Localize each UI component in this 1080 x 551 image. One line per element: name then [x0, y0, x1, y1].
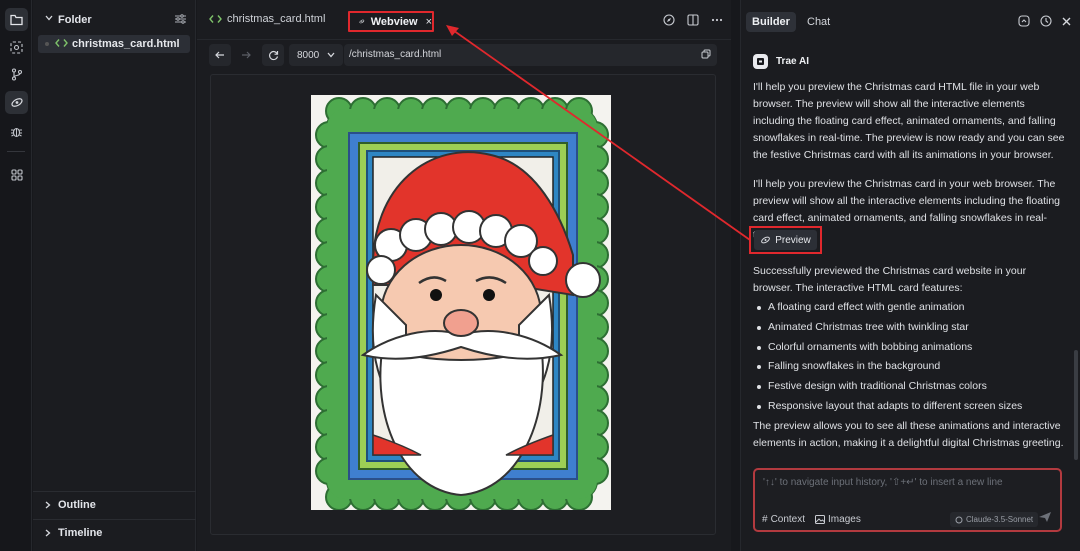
model-icon — [955, 516, 963, 523]
webview-icon — [761, 236, 771, 244]
tab-file-label: christmas_card.html — [227, 13, 326, 25]
assistant-header: Trae AI — [753, 54, 809, 69]
close-icon[interactable] — [1062, 17, 1071, 26]
assistant-name: Trae AI — [776, 56, 809, 67]
file-item-christmas-card[interactable]: christmas_card.html — [38, 35, 190, 53]
context-label: Context — [770, 514, 806, 525]
chevron-right-icon — [45, 529, 51, 537]
model-select[interactable]: Claude-3.5-Sonnet — [950, 512, 1039, 527]
preview-highlight: Preview — [749, 226, 822, 254]
tab-christmas-card-file[interactable]: christmas_card.html — [209, 13, 325, 25]
timeline-title: Timeline — [58, 527, 103, 539]
list-item: A floating card effect with gentle anima… — [755, 298, 1067, 318]
list-item: Animated Christmas tree with twinkling s… — [755, 318, 1067, 338]
list-item: Falling snowflakes in the background — [755, 357, 1067, 377]
image-icon — [815, 515, 826, 524]
search-icon[interactable] — [5, 36, 28, 59]
list-item: Festive design with traditional Christma… — [755, 377, 1067, 397]
assistant-tabs: Builder Chat — [741, 0, 1080, 42]
reload-icon — [268, 50, 278, 60]
tab-chat[interactable]: Chat — [807, 16, 830, 28]
chat-input-placeholder: '↑↓' to navigate input history, '⇧+↵' to… — [763, 477, 1003, 488]
activity-separator — [7, 151, 25, 152]
editor-actions — [663, 14, 723, 26]
back-button[interactable] — [209, 44, 231, 66]
context-button[interactable]: # Context — [762, 514, 805, 525]
santa-card-illustration — [311, 95, 611, 510]
preview-button[interactable]: Preview — [754, 230, 817, 250]
tab-builder[interactable]: Builder — [746, 12, 796, 32]
folder-header[interactable]: Folder — [33, 10, 196, 30]
url-input[interactable]: /christmas_card.html — [344, 44, 717, 66]
webview-icon — [359, 19, 365, 24]
activity-bar — [0, 0, 32, 551]
forward-button[interactable] — [235, 44, 257, 66]
list-item: Colorful ornaments with bobbing animatio… — [755, 338, 1067, 358]
split-editor-icon[interactable] — [687, 14, 699, 26]
webview-viewport — [210, 74, 716, 535]
file-name: christmas_card.html — [72, 38, 180, 50]
panel-actions — [1018, 15, 1071, 27]
outline-section[interactable]: Outline — [33, 491, 196, 517]
file-indent-dot — [45, 42, 49, 46]
webview-navbar: 8000 /christmas_card.html — [209, 44, 717, 66]
explorer-icon[interactable] — [5, 8, 28, 31]
message-paragraph-3: Successfully previewed the Christmas car… — [753, 265, 1027, 294]
model-label: Claude-3.5-Sonnet — [966, 515, 1034, 524]
new-chat-icon[interactable] — [1018, 15, 1030, 27]
url-value: /christmas_card.html — [349, 49, 442, 60]
editor-area: christmas_card.html Webview × 8000 /chri… — [197, 0, 731, 551]
chat-scrollbar[interactable] — [1074, 350, 1078, 460]
port-value: 8000 — [297, 49, 320, 61]
folder-title: Folder — [58, 14, 92, 26]
code-file-icon — [209, 15, 222, 23]
list-item: Responsive layout that adapts to differe… — [755, 397, 1067, 417]
copy-icon[interactable] — [701, 49, 711, 59]
christmas-card-preview[interactable] — [311, 95, 611, 510]
code-file-icon — [55, 39, 68, 47]
arrow-right-icon — [242, 51, 251, 59]
chevron-down-icon — [45, 15, 53, 21]
compass-icon[interactable] — [663, 14, 675, 26]
preview-label: Preview — [775, 234, 811, 246]
trae-logo-icon — [753, 54, 768, 69]
history-icon[interactable] — [1040, 15, 1052, 27]
webview-icon[interactable] — [5, 91, 28, 114]
outline-title: Outline — [58, 499, 96, 511]
images-button[interactable]: Images — [815, 514, 861, 525]
hash-icon: # — [762, 514, 768, 525]
tab-webview[interactable]: Webview × — [348, 11, 434, 32]
message-paragraph-1: I'll help you preview the Christmas card… — [753, 81, 1065, 161]
filter-icon[interactable] — [175, 14, 186, 24]
close-icon[interactable]: × — [426, 16, 432, 28]
extensions-icon[interactable] — [5, 163, 28, 186]
reload-button[interactable] — [262, 44, 284, 66]
port-select[interactable]: 8000 — [289, 44, 343, 66]
tab-webview-label: Webview — [370, 15, 418, 28]
chat-input-box[interactable]: '↑↓' to navigate input history, '⇧+↵' to… — [753, 468, 1062, 532]
chevron-right-icon — [45, 501, 51, 509]
images-label: Images — [828, 514, 861, 525]
more-icon[interactable] — [711, 18, 723, 22]
source-control-icon[interactable] — [5, 63, 28, 86]
arrow-left-icon — [215, 51, 224, 59]
send-icon[interactable] — [1038, 511, 1052, 523]
assistant-panel: Builder Chat Trae AI I'll help you previ… — [740, 0, 1080, 551]
message-paragraph-4: The preview allows you to see all these … — [753, 420, 1064, 449]
chevron-down-icon — [327, 52, 335, 58]
editor-tab-bar: christmas_card.html Webview × — [197, 0, 731, 40]
debug-icon[interactable] — [5, 120, 28, 143]
feature-list: A floating card effect with gentle anima… — [755, 298, 1067, 417]
input-toolbar: # Context Images — [762, 514, 861, 525]
explorer-panel: Folder christmas_card.html Outline Timel… — [33, 0, 196, 551]
timeline-section[interactable]: Timeline — [33, 519, 196, 545]
